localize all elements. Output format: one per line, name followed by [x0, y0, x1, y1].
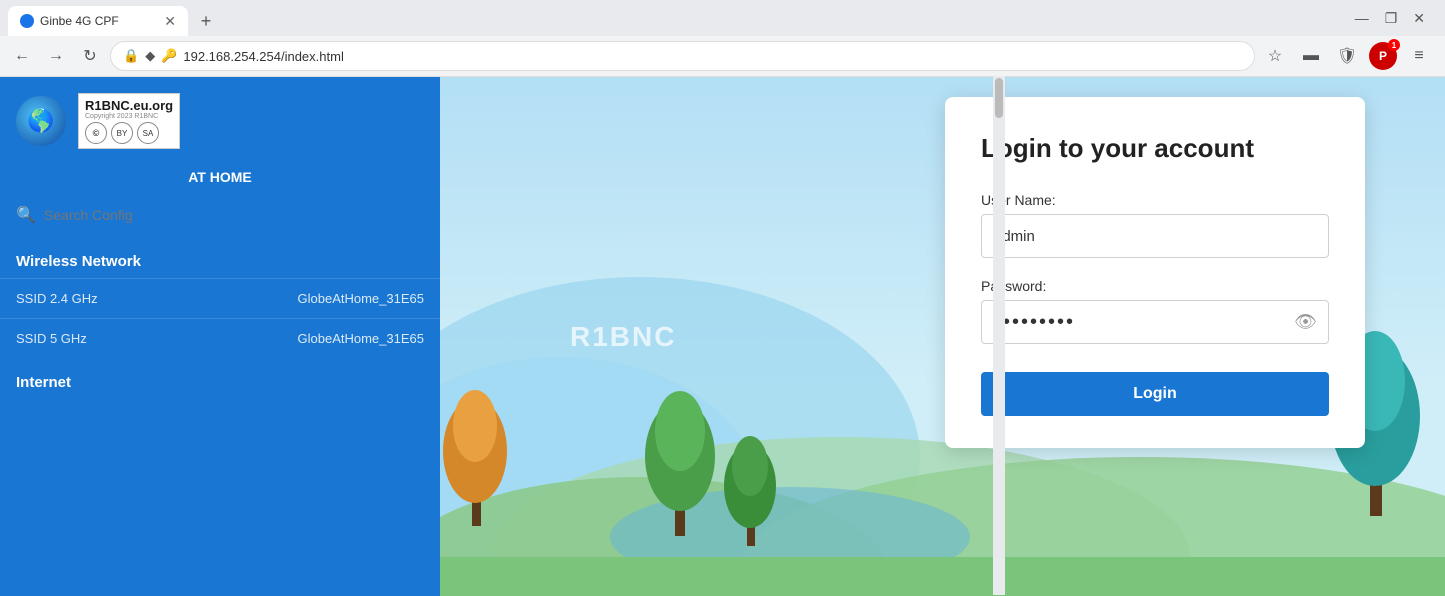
main-area: R1BNC. Free Unlocking/OpenLine Tutorial	[440, 77, 1445, 596]
internet-section-title: Internet	[0, 358, 440, 399]
show-password-icon[interactable]: 👁	[1294, 312, 1317, 333]
page-content: 🌎 R1BNC.eu.org Copyright 2023 R1BNC © BY…	[0, 77, 1445, 596]
tree-right-orange	[440, 376, 510, 526]
ssid-5ghz-value: GlobeAtHome_31E65	[298, 331, 424, 346]
tab-favicon	[20, 14, 34, 28]
toolbar-right: ☆ ▬ 🛡 P 1 ≡	[1261, 42, 1437, 70]
password-group: Password: 👁	[981, 278, 1329, 344]
sidebar-header: 🌎 R1BNC.eu.org Copyright 2023 R1BNC © BY…	[0, 77, 440, 165]
sidebar: 🌎 R1BNC.eu.org Copyright 2023 R1BNC © BY…	[0, 77, 440, 596]
new-tab-button[interactable]: +	[192, 7, 220, 35]
password-label: Password:	[981, 278, 1329, 294]
wireless-network-section-title: Wireless Network	[0, 241, 440, 278]
shield-button[interactable]: 🛡	[1333, 42, 1361, 70]
bookmark-button[interactable]: ☆	[1261, 42, 1289, 70]
at-home-label: AT HOME	[0, 165, 440, 197]
close-button[interactable]: ✕	[1413, 10, 1425, 27]
search-icon: 🔍	[16, 205, 36, 225]
ssid-24ghz-label: SSID 2.4 GHz	[16, 291, 98, 306]
r1bnc-subtitle: Copyright 2023 R1BNC	[85, 113, 173, 120]
back-button[interactable]: ←	[8, 42, 36, 70]
window-controls: — ❐ ✕	[1355, 10, 1437, 33]
url-text: 192.168.254.254/index.html	[183, 49, 1242, 64]
key-icon: 🔑	[161, 48, 177, 64]
shield-icon: ◆	[145, 48, 155, 64]
browser-chrome: Ginbe 4G CPF ✕ + — ❐ ✕ ← → ↻ 🔒 ◆ 🔑 192.1…	[0, 0, 1445, 77]
ssid-24ghz-value: GlobeAtHome_31E65	[298, 291, 424, 306]
address-bar[interactable]: 🔒 ◆ 🔑 192.168.254.254/index.html	[110, 41, 1255, 71]
tree-center-tall	[640, 376, 720, 536]
by-icon: BY	[111, 122, 133, 144]
address-bar-row: ← → ↻ 🔒 ◆ 🔑 192.168.254.254/index.html ☆…	[0, 36, 1445, 76]
login-card: Login to your account User Name: Passwor…	[945, 97, 1365, 448]
username-group: User Name:	[981, 192, 1329, 258]
ssid-5ghz-label: SSID 5 GHz	[16, 331, 87, 346]
password-input[interactable]	[981, 300, 1329, 344]
restore-button[interactable]: ❐	[1385, 10, 1398, 27]
search-row: 🔍	[0, 197, 440, 233]
ssid-5ghz-item: SSID 5 GHz GlobeAtHome_31E65	[0, 318, 440, 358]
refresh-button[interactable]: ↻	[76, 42, 104, 70]
r1bnc-icons-row: © BY SA	[85, 122, 173, 144]
security-icon: 🔒	[123, 48, 139, 64]
login-button[interactable]: Login	[981, 372, 1329, 416]
forward-button[interactable]: →	[42, 42, 70, 70]
sa-icon: SA	[137, 122, 159, 144]
r1bnc-scene-watermark: R1BNC	[570, 321, 676, 353]
profile-button[interactable]: P 1	[1369, 42, 1397, 70]
ssid-24ghz-item: SSID 2.4 GHz GlobeAtHome_31E65	[0, 278, 440, 318]
username-input[interactable]	[981, 214, 1329, 258]
scroll-thumb[interactable]	[995, 78, 1003, 118]
login-title: Login to your account	[981, 133, 1329, 164]
cc-icon: ©	[85, 122, 107, 144]
r1bnc-badge: R1BNC.eu.org Copyright 2023 R1BNC © BY S…	[78, 93, 180, 149]
active-tab[interactable]: Ginbe 4G CPF ✕	[8, 6, 188, 36]
tab-title: Ginbe 4G CPF	[40, 14, 158, 28]
username-label: User Name:	[981, 192, 1329, 208]
search-input[interactable]	[44, 207, 424, 223]
menu-button[interactable]: ≡	[1405, 42, 1433, 70]
tab-close-button[interactable]: ✕	[164, 13, 176, 30]
tab-bar: Ginbe 4G CPF ✕ + — ❐ ✕	[0, 0, 1445, 36]
scrollbar[interactable]	[993, 76, 1005, 595]
notification-badge: 1	[1388, 39, 1400, 51]
logo-globe: 🌎	[16, 96, 66, 146]
r1bnc-title: R1BNC.eu.org	[85, 98, 173, 113]
minimize-button[interactable]: —	[1355, 10, 1369, 26]
extensions-button[interactable]: ▬	[1297, 42, 1325, 70]
tree-center-medium	[720, 426, 780, 546]
profile-initial: P	[1379, 49, 1387, 63]
password-wrapper: 👁	[981, 300, 1329, 344]
